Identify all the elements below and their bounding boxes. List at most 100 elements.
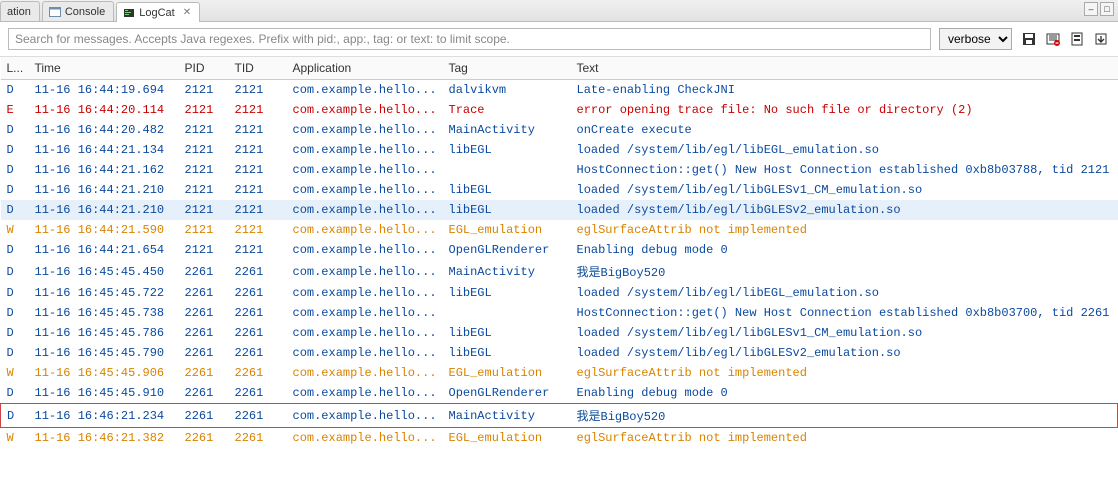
- cell-tag: OpenGLRenderer: [443, 383, 571, 404]
- cell-app: com.example.hello...: [287, 140, 443, 160]
- table-row[interactable]: D11-16 16:44:21.16221212121com.example.h…: [1, 160, 1118, 180]
- logcat-icon: [123, 7, 135, 19]
- cell-pid: 2261: [179, 428, 229, 449]
- minimize-button[interactable]: –: [1084, 2, 1098, 16]
- table-row[interactable]: D11-16 16:45:45.73822612261com.example.h…: [1, 303, 1118, 323]
- tab-ation[interactable]: ation: [0, 1, 40, 21]
- cell-tid: 2261: [229, 363, 287, 383]
- cell-tag: EGL_emulation: [443, 363, 571, 383]
- table-row[interactable]: W11-16 16:44:21.59021212121com.example.h…: [1, 220, 1118, 240]
- cell-text: error opening trace file: No such file o…: [571, 100, 1118, 120]
- cell-app: com.example.hello...: [287, 200, 443, 220]
- toolbar-icons: [1020, 30, 1110, 48]
- cell-pid: 2121: [179, 80, 229, 101]
- table-row[interactable]: D11-16 16:45:45.72222612261com.example.h…: [1, 283, 1118, 303]
- cell-level: W: [1, 428, 29, 449]
- cell-tag: OpenGLRenderer: [443, 240, 571, 260]
- cell-pid: 2261: [179, 383, 229, 404]
- cell-pid: 2121: [179, 220, 229, 240]
- cell-app: com.example.hello...: [287, 80, 443, 101]
- cell-tag: libEGL: [443, 140, 571, 160]
- cell-time: 11-16 16:45:45.738: [29, 303, 179, 323]
- cell-pid: 2121: [179, 100, 229, 120]
- console-icon: [49, 6, 61, 18]
- save-icon[interactable]: [1020, 30, 1038, 48]
- cell-tid: 2261: [229, 260, 287, 283]
- export-icon[interactable]: [1092, 30, 1110, 48]
- tab-console[interactable]: Console: [42, 1, 114, 21]
- col-pid[interactable]: PID: [179, 57, 229, 80]
- cell-pid: 2261: [179, 363, 229, 383]
- log-level-select[interactable]: verbose: [939, 28, 1012, 50]
- cell-level: D: [1, 283, 29, 303]
- cell-time: 11-16 16:46:21.382: [29, 428, 179, 449]
- cell-level: D: [1, 160, 29, 180]
- cell-level: D: [1, 383, 29, 404]
- cell-level: D: [1, 323, 29, 343]
- window-controls: – □: [1084, 2, 1114, 16]
- maximize-button[interactable]: □: [1100, 2, 1114, 16]
- cell-app: com.example.hello...: [287, 180, 443, 200]
- cell-tag: MainActivity: [443, 120, 571, 140]
- table-row[interactable]: D11-16 16:44:21.65421212121com.example.h…: [1, 240, 1118, 260]
- cell-tag: EGL_emulation: [443, 428, 571, 449]
- cell-pid: 2121: [179, 200, 229, 220]
- cell-pid: 2261: [179, 260, 229, 283]
- cell-level: D: [1, 80, 29, 101]
- cell-app: com.example.hello...: [287, 323, 443, 343]
- close-icon[interactable]: ✕: [183, 7, 191, 18]
- table-row[interactable]: D11-16 16:45:45.79022612261com.example.h…: [1, 343, 1118, 363]
- col-tag[interactable]: Tag: [443, 57, 571, 80]
- cell-text: HostConnection::get() New Host Connectio…: [571, 303, 1118, 323]
- table-row[interactable]: D11-16 16:44:21.21021212121com.example.h…: [1, 180, 1118, 200]
- table-row[interactable]: D11-16 16:44:21.13421212121com.example.h…: [1, 140, 1118, 160]
- cell-pid: 2261: [179, 404, 229, 428]
- cell-time: 11-16 16:45:45.910: [29, 383, 179, 404]
- cell-app: com.example.hello...: [287, 428, 443, 449]
- table-row[interactable]: W11-16 16:45:45.90622612261com.example.h…: [1, 363, 1118, 383]
- scroll-lock-icon[interactable]: [1068, 30, 1086, 48]
- cell-text: loaded /system/lib/egl/libEGL_emulation.…: [571, 140, 1118, 160]
- col-time[interactable]: Time: [29, 57, 179, 80]
- cell-time: 11-16 16:45:45.790: [29, 343, 179, 363]
- cell-level: W: [1, 363, 29, 383]
- tab-logcat[interactable]: LogCat ✕: [116, 2, 200, 22]
- cell-tid: 2121: [229, 80, 287, 101]
- table-row[interactable]: E11-16 16:44:20.11421212121com.example.h…: [1, 100, 1118, 120]
- cell-text: loaded /system/lib/egl/libGLESv2_emulati…: [571, 343, 1118, 363]
- cell-app: com.example.hello...: [287, 303, 443, 323]
- table-row[interactable]: D11-16 16:44:21.21021212121com.example.h…: [1, 200, 1118, 220]
- clear-log-icon[interactable]: [1044, 30, 1062, 48]
- table-row[interactable]: D11-16 16:45:45.45022612261com.example.h…: [1, 260, 1118, 283]
- col-app[interactable]: Application: [287, 57, 443, 80]
- cell-tid: 2261: [229, 283, 287, 303]
- table-row[interactable]: D11-16 16:45:45.78622612261com.example.h…: [1, 323, 1118, 343]
- col-text[interactable]: Text: [571, 57, 1118, 80]
- cell-level: D: [1, 260, 29, 283]
- cell-pid: 2121: [179, 140, 229, 160]
- cell-level: D: [1, 303, 29, 323]
- col-tid[interactable]: TID: [229, 57, 287, 80]
- cell-pid: 2261: [179, 303, 229, 323]
- cell-app: com.example.hello...: [287, 160, 443, 180]
- cell-time: 11-16 16:44:21.162: [29, 160, 179, 180]
- cell-time: 11-16 16:46:21.234: [29, 404, 179, 428]
- cell-tid: 2121: [229, 160, 287, 180]
- cell-time: 11-16 16:44:21.654: [29, 240, 179, 260]
- table-row[interactable]: D11-16 16:44:20.48221212121com.example.h…: [1, 120, 1118, 140]
- table-row[interactable]: D11-16 16:46:21.23422612261com.example.h…: [1, 404, 1118, 428]
- cell-pid: 2121: [179, 240, 229, 260]
- table-row[interactable]: D11-16 16:44:19.69421212121com.example.h…: [1, 80, 1118, 101]
- cell-pid: 2121: [179, 120, 229, 140]
- cell-tag: libEGL: [443, 323, 571, 343]
- cell-time: 11-16 16:45:45.450: [29, 260, 179, 283]
- cell-app: com.example.hello...: [287, 240, 443, 260]
- table-row[interactable]: W11-16 16:46:21.38222612261com.example.h…: [1, 428, 1118, 449]
- cell-tag: MainActivity: [443, 404, 571, 428]
- cell-app: com.example.hello...: [287, 120, 443, 140]
- cell-text: eglSurfaceAttrib not implemented: [571, 428, 1118, 449]
- search-input[interactable]: [8, 28, 931, 50]
- cell-text: eglSurfaceAttrib not implemented: [571, 220, 1118, 240]
- table-row[interactable]: D11-16 16:45:45.91022612261com.example.h…: [1, 383, 1118, 404]
- col-level[interactable]: L...: [1, 57, 29, 80]
